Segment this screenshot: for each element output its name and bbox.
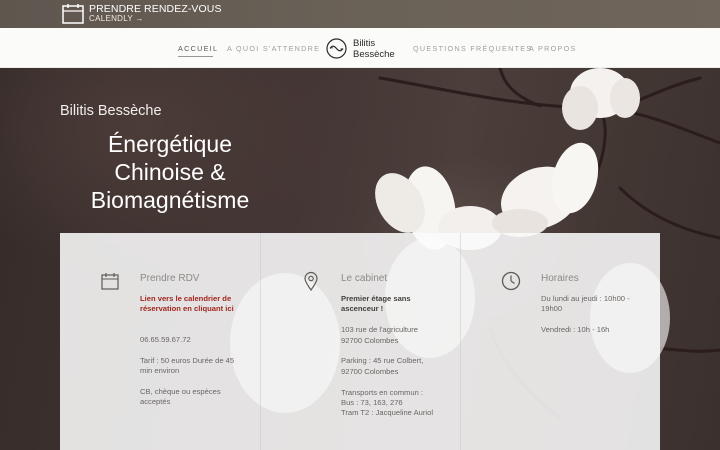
column-heading: Prendre RDV xyxy=(140,273,200,284)
active-nav-underline xyxy=(178,56,213,57)
nav-item-accueil[interactable]: ACCUEIL xyxy=(178,44,218,53)
friday-hours: Vendredi : 10h - 16h xyxy=(541,325,610,335)
column-heading: Le cabinet xyxy=(341,273,388,284)
tram-text: Tram T2 : Jacqueline Auriol xyxy=(341,408,434,418)
nav-item-a-quoi-s-attendre[interactable]: A QUOI S'ATTENDRE xyxy=(227,44,320,53)
booking-column: Prendre RDV Lien vers le calendrier de r… xyxy=(60,233,260,450)
location-column: Le cabinet Premier étage sans ascenceur … xyxy=(260,233,460,450)
calendly-link[interactable]: CALENDLY → xyxy=(89,14,144,23)
payment-text: CB, chèque ou espèces acceptés xyxy=(140,386,221,407)
nav-item-questions-frequentes[interactable]: QUESTIONS FRÉQUENTES xyxy=(413,44,532,53)
pricing-text: Tarif : 50 euros Durée de 45 min environ xyxy=(140,355,235,376)
brand-name-first[interactable]: Bilitis xyxy=(353,38,375,49)
hero-title-line: Énergétique xyxy=(107,131,233,157)
address-text: 103 rue de l'agriculture 92700 Colombes xyxy=(341,325,419,345)
column-heading: Horaires xyxy=(541,273,579,284)
hero-section: Bilitis Bessèche Énergétique Chinoise & … xyxy=(0,68,720,450)
booking-calendar-link[interactable]: Lien vers le calendrier de réservation e… xyxy=(140,294,235,315)
brand-name-last[interactable]: Bessèche xyxy=(353,49,395,60)
transport-title: Transports en commun : xyxy=(341,387,424,397)
hero-title-line: Chinoise & xyxy=(114,159,226,185)
nav-item-a-propos[interactable]: A PROPOS xyxy=(529,44,577,53)
hours-column: Horaires Du lundi au jeudi : 10h00 - 19h… xyxy=(460,233,660,450)
top-booking-bar[interactable]: PRENDRE RENDEZ-VOUS CALENDLY → xyxy=(0,0,720,28)
weekday-hours: Du lundi au jeudi : 10h00 - 19h00 xyxy=(541,294,630,314)
main-nav: ACCUEIL A QUOI S'ATTENDRE Bilitis Bessèc… xyxy=(0,28,720,68)
calendar-icon xyxy=(101,273,119,290)
yin-yang-logo-icon[interactable] xyxy=(326,38,347,59)
location-pin-icon xyxy=(304,271,318,291)
info-panel: Prendre RDV Lien vers le calendrier de r… xyxy=(60,233,660,450)
calendar-icon xyxy=(62,4,84,24)
bus-text: Bus : 73, 163, 276 xyxy=(341,398,403,408)
parking-text: Parking : 45 rue Colbert, 92700 Colombes xyxy=(341,356,424,376)
access-warning: Premier étage sans ascenceur ! xyxy=(341,294,411,314)
hero-practitioner-name: Bilitis Bessèche xyxy=(60,103,162,119)
hero-title: Énergétique Chinoise & Biomagnétisme xyxy=(60,130,280,214)
phone-number[interactable]: 06.65.59.67.72 xyxy=(140,335,235,345)
hero-title-line: Biomagnétisme xyxy=(90,187,250,213)
clock-icon xyxy=(501,271,521,291)
